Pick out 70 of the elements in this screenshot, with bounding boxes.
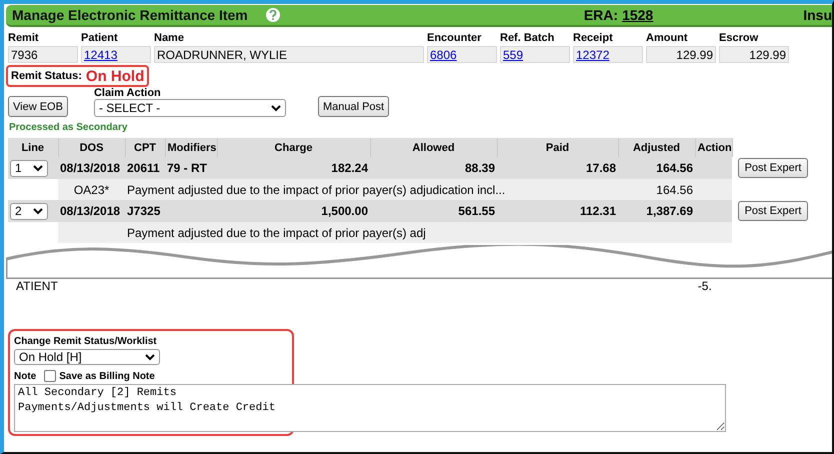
- era-number[interactable]: 1528: [622, 7, 654, 23]
- note-field[interactable]: All Secondary [2] Remits Payments/Adjustments will Create Credit: [14, 384, 726, 432]
- column-header: CPT: [125, 138, 165, 157]
- table-cell: 1,387.69: [618, 200, 695, 222]
- post-expert-button[interactable]: Post Expert: [738, 201, 808, 221]
- field-label: Encounter: [427, 32, 482, 46]
- table-cell: 112.31: [497, 200, 618, 222]
- field-label: Patient: [81, 32, 119, 46]
- field-label: Escrow: [719, 32, 760, 46]
- value-text: ROADRUNNER, WYLIE: [157, 48, 288, 62]
- record-link[interactable]: 12372: [576, 48, 610, 62]
- worklist-label: Change Remit Status/Worklist: [14, 336, 158, 347]
- claim-action-select[interactable]: - SELECT -: [94, 99, 286, 117]
- table-cell: J7325: [125, 200, 165, 222]
- table-cell: 08/13/2018: [58, 157, 125, 179]
- table-cell: 08/13/2018: [58, 200, 125, 222]
- post-expert-button[interactable]: Post Expert: [738, 158, 808, 178]
- column-header: Action: [695, 138, 732, 157]
- caret-icon: [270, 104, 281, 112]
- table-cell: 79 - RT: [165, 157, 217, 179]
- header-cut-text: Insu: [803, 7, 832, 23]
- caret-icon: [33, 164, 43, 172]
- manual-post-button[interactable]: Manual Post: [318, 96, 390, 117]
- column-header: Line: [8, 138, 58, 157]
- checkbox-label: Save as Billing Note: [59, 370, 155, 382]
- remit-status-label: Remit Status:: [11, 70, 82, 82]
- cut-text: -5.: [698, 279, 712, 293]
- cut-text: ATIENT: [16, 279, 58, 293]
- record-link[interactable]: 559: [503, 48, 524, 62]
- field-label: Remit: [8, 32, 40, 46]
- column-header: Modifiers: [165, 138, 217, 157]
- remit-status-value: On Hold: [86, 68, 144, 84]
- table-cell: 164.56: [618, 157, 695, 179]
- line-select[interactable]: 2: [10, 202, 48, 220]
- field-label: Receipt: [573, 32, 614, 46]
- processed-note: Processed as Secondary: [9, 122, 128, 133]
- page-title: Manage Electronic Remittance Item: [12, 7, 248, 23]
- adjustment-amount: 164.56: [618, 179, 695, 200]
- field-label: Amount: [646, 32, 689, 46]
- caret-icon: [145, 354, 155, 360]
- field-label: Name: [154, 32, 185, 46]
- era-label: ERA:: [584, 7, 618, 23]
- value-text: 129.99: [749, 48, 786, 62]
- column-header: DOS: [58, 138, 125, 157]
- table-cell: 561.55: [370, 200, 497, 222]
- column-header: Allowed: [370, 138, 497, 157]
- record-link[interactable]: 12413: [84, 48, 118, 62]
- column-header: Charge: [217, 138, 370, 157]
- value-text: 7936: [11, 48, 38, 62]
- record-link[interactable]: 6806: [430, 48, 457, 62]
- adjustment-description: Payment adjusted due to the impact of prior payer(s) adjudication incl...: [125, 179, 618, 200]
- help-icon[interactable]: [266, 8, 280, 22]
- field-label: Ref. Batch: [500, 32, 556, 46]
- table-cell: 17.68: [497, 157, 618, 179]
- column-header: Adjusted: [618, 138, 695, 157]
- caret-icon: [33, 208, 43, 214]
- table-cell: 88.39: [370, 157, 497, 179]
- table-cell: 182.24: [217, 157, 370, 179]
- line-select[interactable]: 1: [10, 160, 48, 176]
- view-eob-button[interactable]: View EOB: [8, 96, 68, 117]
- adjustment-code: OA23*: [58, 179, 125, 200]
- claim-action-label: Claim Action: [94, 87, 162, 99]
- table-cell: 20611: [125, 157, 165, 179]
- note-label: Note: [14, 370, 36, 382]
- adjustment-description: Payment adjusted due to the impact of prior payer(s) adj: [125, 222, 732, 243]
- column-header: Paid: [497, 138, 618, 157]
- table-cell: 1,500.00: [217, 200, 370, 222]
- value-text: 129.99: [676, 48, 713, 62]
- worklist-select[interactable]: On Hold [H]: [14, 349, 160, 365]
- checkbox[interactable]: [44, 370, 56, 382]
